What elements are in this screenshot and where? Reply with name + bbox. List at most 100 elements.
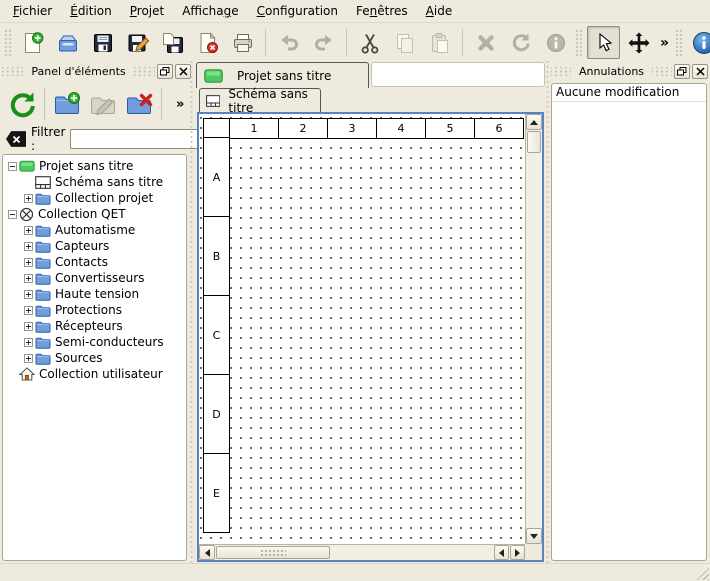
tree-item-automatisme[interactable]: Automatisme bbox=[3, 222, 186, 238]
left-splitter[interactable] bbox=[189, 61, 194, 563]
expander-plus-icon[interactable] bbox=[24, 274, 33, 283]
folder-icon bbox=[35, 256, 51, 269]
expander-plus-icon[interactable] bbox=[24, 322, 33, 331]
dock-drag-texture bbox=[2, 67, 23, 76]
project-tab[interactable]: Projet sans titre bbox=[196, 62, 369, 88]
tree-item-contacts[interactable]: Contacts bbox=[3, 254, 186, 270]
reload-collections-button[interactable] bbox=[4, 85, 40, 123]
dock-drag-texture bbox=[652, 67, 672, 76]
folder-icon bbox=[35, 320, 51, 333]
menu-item-edition[interactable]: Édition bbox=[61, 1, 121, 21]
delete-element-button[interactable] bbox=[121, 85, 157, 123]
expander-plus-icon[interactable] bbox=[24, 226, 33, 235]
print-button[interactable] bbox=[226, 26, 259, 59]
expander-minus-icon[interactable] bbox=[8, 210, 17, 219]
clear-filter-button[interactable] bbox=[6, 131, 26, 148]
new-element-button[interactable] bbox=[49, 85, 85, 123]
move-tool-button[interactable] bbox=[622, 26, 655, 59]
close-panel-button[interactable] bbox=[692, 64, 708, 79]
scroll-left-button-2[interactable] bbox=[494, 545, 509, 560]
undo-panel-header[interactable]: Annulations bbox=[551, 62, 708, 81]
menu-item-affichage[interactable]: Affichage bbox=[173, 1, 247, 21]
undo-history-list[interactable]: Aucune modification bbox=[551, 83, 707, 561]
toolbar-drag-handle[interactable] bbox=[575, 29, 582, 57]
paste-button[interactable] bbox=[423, 26, 456, 59]
save-as-icon bbox=[126, 31, 150, 55]
tree-item-schema-sans-titre[interactable]: Schéma sans titre bbox=[3, 174, 186, 190]
tree-item-protections[interactable]: Protections bbox=[3, 302, 186, 318]
scroll-right-button[interactable] bbox=[510, 545, 525, 560]
close-file-button[interactable] bbox=[191, 26, 224, 59]
vertical-scrollbar[interactable] bbox=[525, 114, 542, 544]
panel-overflow-chevron[interactable]: » bbox=[176, 97, 184, 112]
copy-icon bbox=[393, 31, 417, 55]
toolbar-drag-handle[interactable] bbox=[675, 29, 682, 57]
tree-item-semi-conducteurs[interactable]: Semi-conducteurs bbox=[3, 334, 186, 350]
folder-icon bbox=[35, 272, 51, 285]
tree-item-convertisseurs[interactable]: Convertisseurs bbox=[3, 270, 186, 286]
open-button[interactable] bbox=[51, 26, 84, 59]
tree-item-haute-tension[interactable]: Haute tension bbox=[3, 286, 186, 302]
expander-plus-icon[interactable] bbox=[24, 242, 33, 251]
save-all-button[interactable] bbox=[156, 26, 189, 59]
tools-overflow-chevron[interactable]: » bbox=[656, 35, 673, 51]
tree-item-projet-sans-titre[interactable]: Projet sans titre bbox=[3, 158, 186, 174]
expander-plus-icon[interactable] bbox=[24, 258, 33, 267]
expander-plus-icon[interactable] bbox=[24, 194, 33, 203]
horizontal-scrollbar[interactable] bbox=[199, 544, 525, 560]
tree-item-collection-utilisateur[interactable]: Collection utilisateur bbox=[3, 366, 186, 382]
menu-item-aide[interactable]: Aide bbox=[417, 1, 462, 21]
elements-panel-toolbar: » bbox=[0, 83, 193, 125]
schema-canvas[interactable]: 123456 ABCDE bbox=[199, 114, 525, 544]
expander-plus-icon[interactable] bbox=[24, 354, 33, 363]
menu-item-projet[interactable]: Projet bbox=[121, 1, 173, 21]
undo-button[interactable] bbox=[272, 26, 305, 59]
folder-icon bbox=[35, 240, 51, 253]
info-disabled-button[interactable] bbox=[539, 26, 572, 59]
new-document-button[interactable] bbox=[16, 26, 49, 59]
redo-icon bbox=[312, 31, 336, 55]
schema-view[interactable]: 123456 ABCDE bbox=[197, 112, 544, 562]
tree-item-collection-projet[interactable]: Collection projet bbox=[3, 190, 186, 206]
tree-item-sources[interactable]: Sources bbox=[3, 350, 186, 366]
elements-panel-header[interactable]: Panel d'éléments bbox=[2, 62, 191, 81]
info-blue-button[interactable] bbox=[687, 26, 710, 59]
redo-button[interactable] bbox=[307, 26, 340, 59]
tree-item-label: Sources bbox=[55, 351, 102, 365]
print-icon bbox=[231, 31, 255, 55]
delete-button[interactable] bbox=[469, 26, 502, 59]
save-button[interactable] bbox=[86, 26, 119, 59]
reload-icon bbox=[8, 90, 36, 118]
float-panel-button[interactable] bbox=[157, 64, 173, 79]
cut-button[interactable] bbox=[353, 26, 386, 59]
schema-tab[interactable]: Schéma sans titre bbox=[199, 88, 321, 112]
scroll-left-button[interactable] bbox=[199, 545, 215, 560]
expander-plus-icon[interactable] bbox=[24, 290, 33, 299]
toolbar-drag-handle[interactable] bbox=[4, 29, 11, 57]
save-as-button[interactable] bbox=[121, 26, 154, 59]
copy-button[interactable] bbox=[388, 26, 421, 59]
tree-item-capteurs[interactable]: Capteurs bbox=[3, 238, 186, 254]
expander-minus-icon[interactable] bbox=[8, 162, 17, 171]
edit-folder-icon bbox=[89, 90, 117, 118]
menu-item-fenetres[interactable]: Fenêtres bbox=[347, 1, 417, 21]
tree-item-collection-qet[interactable]: Collection QET bbox=[3, 206, 186, 222]
horizontal-scroll-thumb[interactable] bbox=[216, 546, 330, 559]
select-tool-button[interactable] bbox=[587, 26, 620, 59]
close-file-icon bbox=[196, 31, 220, 55]
tree-item-label: Semi-conducteurs bbox=[55, 335, 164, 349]
scroll-up-button[interactable] bbox=[526, 114, 542, 130]
resize-grip-icon[interactable] bbox=[695, 566, 709, 580]
menu-item-fichier[interactable]: Fichier bbox=[4, 1, 61, 21]
menu-item-configuration[interactable]: Configuration bbox=[248, 1, 347, 21]
vertical-scroll-thumb[interactable] bbox=[527, 131, 541, 153]
dock-drag-texture bbox=[551, 67, 571, 76]
float-panel-button[interactable] bbox=[674, 64, 690, 79]
expander-plus-icon[interactable] bbox=[24, 306, 33, 315]
project-icon bbox=[204, 69, 223, 83]
rotate-button[interactable] bbox=[504, 26, 537, 59]
expander-plus-icon[interactable] bbox=[24, 338, 33, 347]
scroll-down-button[interactable] bbox=[526, 528, 542, 544]
edit-element-button[interactable] bbox=[85, 85, 121, 123]
tree-item-recepteurs[interactable]: Récepteurs bbox=[3, 318, 186, 334]
